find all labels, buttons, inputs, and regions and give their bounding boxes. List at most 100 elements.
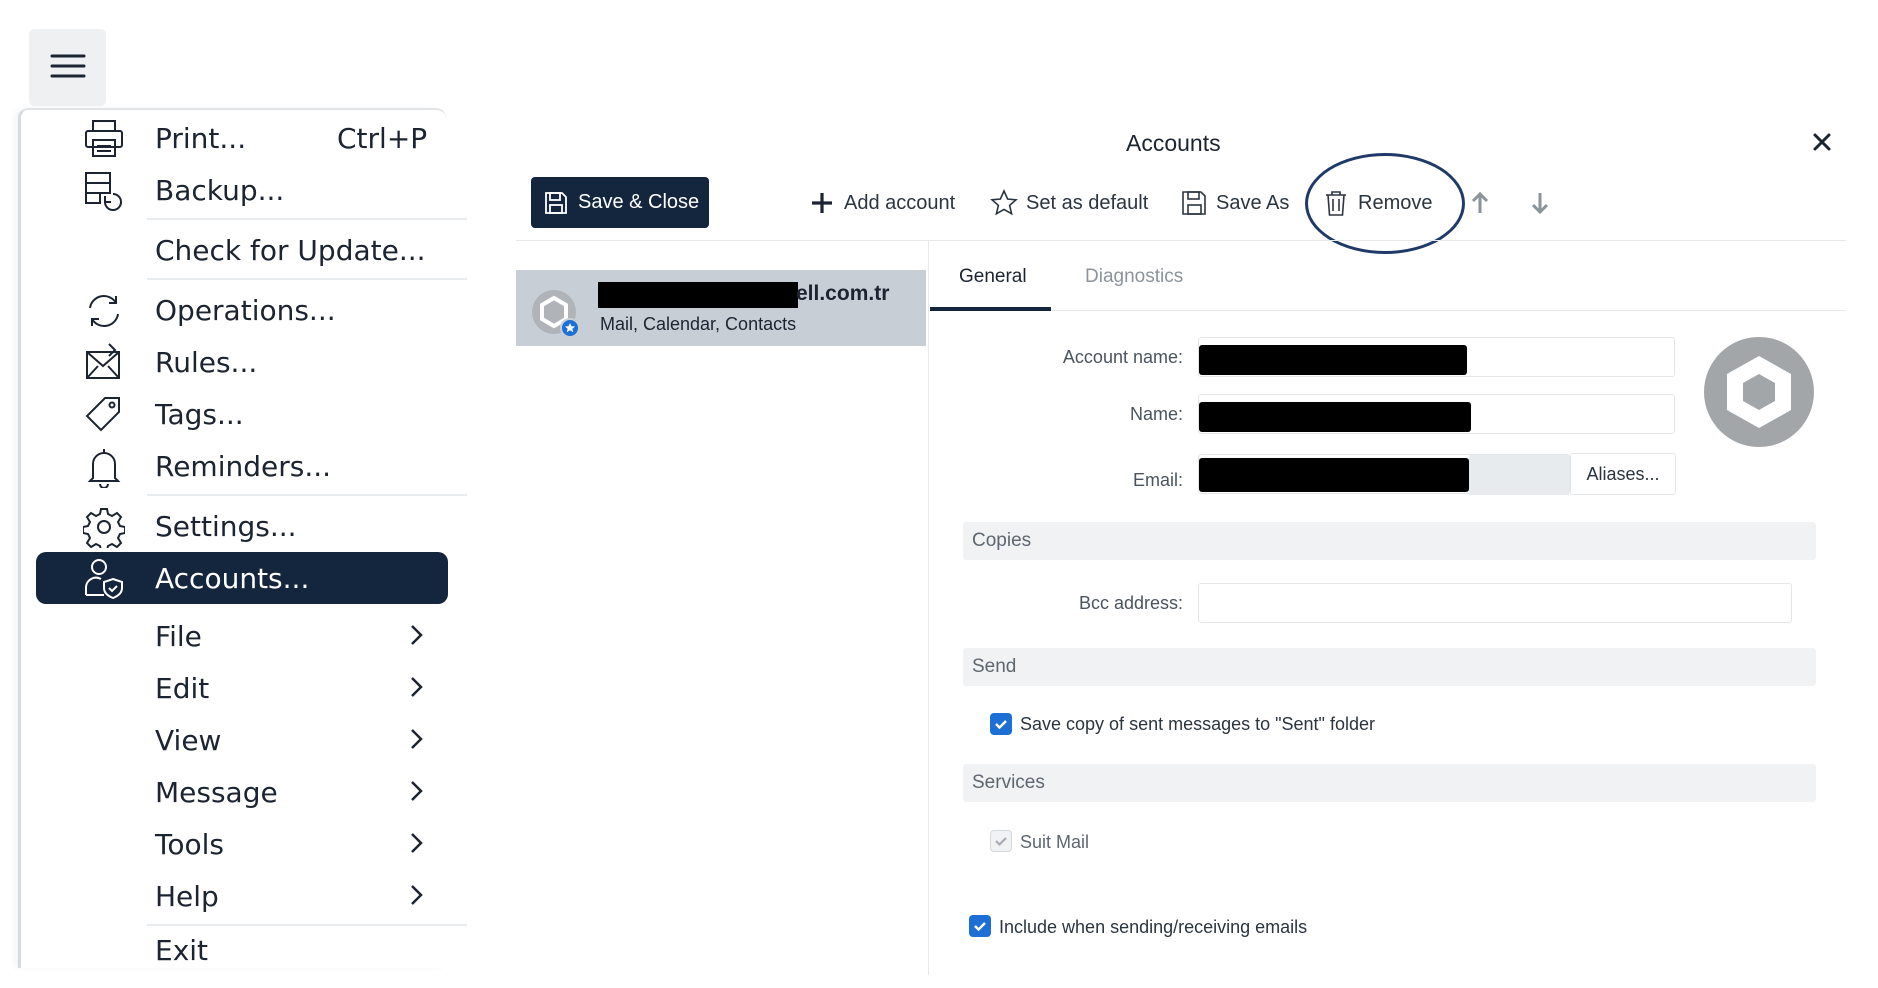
hamburger-menu-button[interactable] — [29, 29, 106, 106]
save-as-button[interactable]: Save As — [1180, 186, 1289, 220]
account-list-item[interactable]: ell.com.tr Mail, Calendar, Contacts — [516, 270, 926, 346]
hexagon-logo-icon — [532, 290, 580, 338]
menu-item-label: Accounts... — [155, 561, 310, 595]
move-down-button[interactable] — [1526, 186, 1562, 220]
move-up-button[interactable] — [1466, 186, 1502, 220]
menu-item-backup[interactable]: Backup... — [35, 166, 445, 214]
menu-item-label: Reminders... — [155, 449, 332, 483]
menu-item-label: Backup... — [155, 173, 285, 207]
menu-item-label: Print... — [155, 121, 247, 155]
menu-item-label: Tools — [155, 827, 224, 861]
email-label: Email: — [1132, 470, 1183, 490]
menu-item-label: Settings... — [155, 509, 297, 543]
redacted-value — [1199, 402, 1471, 432]
plus-icon — [812, 193, 832, 213]
menu-item-exit[interactable]: Exit — [35, 932, 445, 968]
menu-divider — [147, 494, 467, 496]
menu-item-rules[interactable]: Rules... — [35, 338, 445, 386]
set-default-button[interactable]: Set as default — [990, 186, 1148, 220]
bcc-address-input[interactable] — [1198, 583, 1792, 623]
gear-icon — [82, 506, 126, 552]
email-field-readonly-area — [1469, 455, 1569, 495]
menu-item-accounts[interactable]: Accounts... — [36, 552, 448, 604]
account-services: Mail, Calendar, Contacts — [600, 314, 797, 334]
menu-item-message[interactable]: Message — [35, 768, 445, 816]
email-field[interactable] — [1198, 454, 1570, 495]
menu-item-tools[interactable]: Tools — [35, 820, 445, 868]
tab-bar-line — [930, 310, 1846, 311]
menu-item-label: Check for Update... — [155, 233, 426, 267]
sync-icon — [83, 290, 125, 332]
menu-item-label: Exit — [155, 933, 209, 967]
checkmark-icon — [974, 922, 986, 932]
bcc-label: Bcc address: — [1078, 593, 1183, 613]
redacted-email — [598, 282, 798, 308]
suit-mail-checkbox — [990, 830, 1012, 852]
star-icon — [990, 189, 1018, 216]
menu-item-print[interactable]: Print... Ctrl+P — [35, 114, 445, 162]
account-domain: ell.com.tr — [796, 282, 890, 305]
menu-item-label: Message — [155, 775, 278, 809]
tab-diagnostics[interactable]: Diagnostics — [1085, 266, 1183, 288]
set-default-label: Set as default — [1026, 191, 1149, 214]
chevron-right-icon — [405, 672, 427, 702]
hamburger-icon — [50, 52, 86, 84]
account-picture[interactable] — [1703, 336, 1815, 448]
save-copy-label: Save copy of sent messages to "Sent" fol… — [1020, 714, 1375, 734]
name-label: Name: — [1129, 404, 1183, 424]
add-account-label: Add account — [844, 191, 956, 214]
menu-item-check-update[interactable]: Check for Update... — [35, 226, 445, 274]
menu-item-label: Edit — [155, 671, 210, 705]
chevron-right-icon — [405, 724, 427, 754]
active-tab-indicator — [930, 307, 1051, 311]
menu-item-label: File — [155, 619, 202, 653]
menu-item-label: Tags... — [155, 397, 244, 431]
checkmark-icon — [995, 837, 1007, 847]
menu-divider — [147, 218, 467, 220]
save-as-label: Save As — [1216, 191, 1290, 214]
close-button[interactable] — [1808, 128, 1836, 156]
dialog-title: Accounts — [1126, 130, 1221, 156]
chevron-right-icon — [405, 880, 427, 910]
menu-item-edit[interactable]: Edit — [35, 664, 445, 712]
send-section-header: Send — [963, 648, 1816, 686]
menu-item-reminders[interactable]: Reminders... — [35, 442, 445, 490]
menu-item-tags[interactable]: Tags... — [35, 390, 445, 438]
account-avatar — [530, 288, 582, 340]
highlight-circle — [1305, 153, 1465, 254]
menu-divider — [147, 278, 467, 280]
printer-icon — [83, 118, 125, 160]
menu-item-shortcut: Ctrl+P — [337, 121, 428, 155]
include-checkbox[interactable] — [969, 915, 991, 937]
name-field[interactable] — [1198, 394, 1675, 434]
menu-item-label: View — [155, 723, 222, 757]
save-close-button[interactable]: Save & Close — [531, 177, 709, 228]
tab-general[interactable]: General — [959, 266, 1027, 288]
menu-item-help[interactable]: Help — [35, 872, 445, 920]
main-menu: Print... Ctrl+P Backup... Check for Upda… — [18, 108, 467, 968]
bell-icon — [83, 446, 125, 489]
account-shield-icon — [83, 557, 125, 600]
redacted-value — [1199, 458, 1469, 492]
redacted-value — [1199, 345, 1467, 375]
copies-section-header: Copies — [963, 522, 1816, 560]
close-icon — [1813, 133, 1831, 151]
rules-icon — [83, 342, 125, 384]
save-copy-checkbox[interactable] — [990, 713, 1012, 735]
services-section-header: Services — [963, 764, 1816, 802]
chevron-right-icon — [405, 828, 427, 858]
aliases-button[interactable]: Aliases... — [1570, 453, 1676, 495]
floppy-disk-icon — [545, 191, 567, 214]
save-close-label: Save & Close — [578, 191, 700, 213]
menu-item-view[interactable]: View — [35, 716, 445, 764]
suit-mail-label: Suit Mail — [1020, 832, 1090, 852]
chevron-right-icon — [405, 620, 427, 650]
backup-icon — [83, 170, 125, 212]
arrow-up-icon — [1471, 191, 1489, 213]
tag-icon — [83, 394, 125, 436]
menu-item-settings[interactable]: Settings... — [35, 502, 445, 552]
menu-item-operations[interactable]: Operations... — [35, 286, 445, 334]
add-account-button[interactable]: Add account — [808, 186, 955, 220]
account-name-field[interactable] — [1198, 337, 1675, 377]
menu-item-file[interactable]: File — [35, 612, 445, 660]
